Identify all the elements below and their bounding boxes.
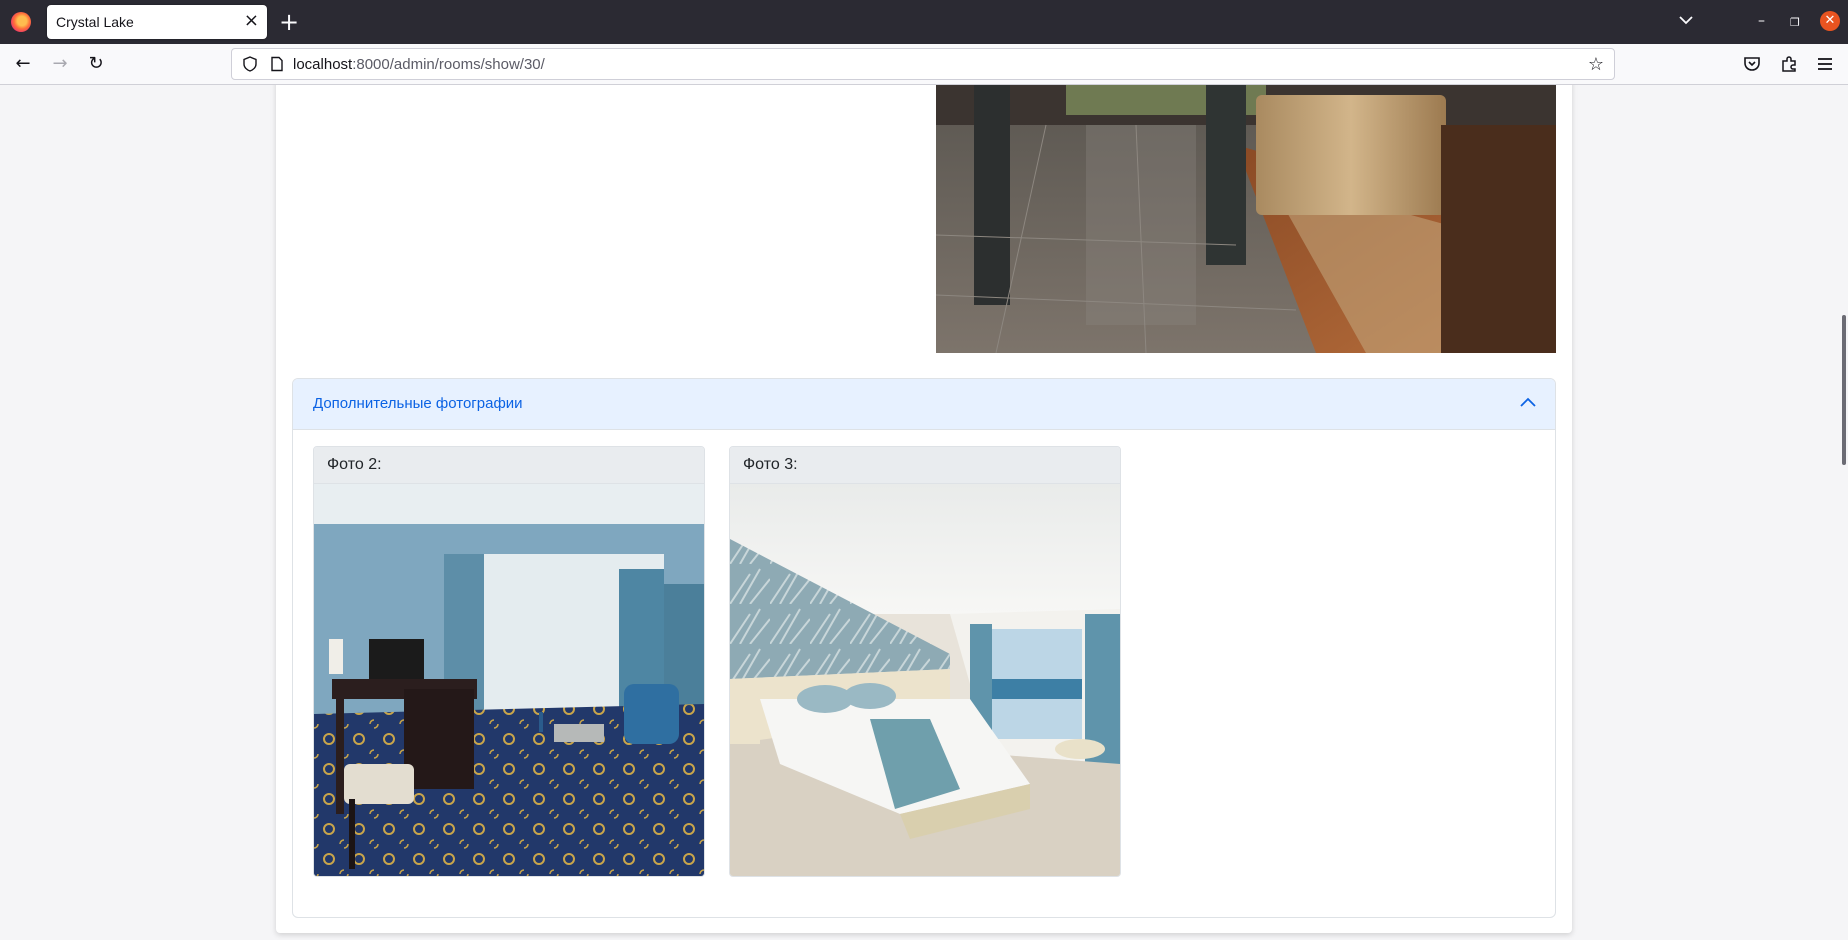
tab-close-icon[interactable]: ×: [244, 11, 259, 31]
additional-photos-accordion: Дополнительные фотографии Фото 2: Фото 3…: [292, 378, 1556, 918]
photo-card-header: Фото 3:: [730, 447, 1120, 484]
reload-icon[interactable]: ↻: [85, 53, 107, 75]
firefox-logo-icon: [11, 12, 31, 32]
tracking-shield-icon[interactable]: [242, 56, 258, 72]
room-photo-3: [730, 484, 1120, 876]
page-scrollbar[interactable]: [1836, 85, 1848, 940]
new-tab-icon[interactable]: +: [279, 8, 299, 36]
url-bar[interactable]: localhost:8000/admin/rooms/show/30/ ☆: [231, 48, 1615, 80]
forward-icon[interactable]: →: [49, 53, 71, 75]
page-viewport: Дополнительные фотографии Фото 2: Фото 3…: [0, 85, 1848, 940]
photo-card-3: Фото 3:: [729, 446, 1121, 877]
browser-tab-bar: Crystal Lake × + – ❐ ✕: [0, 0, 1848, 44]
photo-card-2: Фото 2:: [313, 446, 705, 877]
photo-card-header: Фото 2:: [314, 447, 704, 484]
browser-tab[interactable]: Crystal Lake ×: [47, 5, 267, 39]
accordion-header[interactable]: Дополнительные фотографии: [293, 379, 1555, 430]
photo-label: Фото 3:: [743, 456, 798, 473]
minimize-icon[interactable]: –: [1758, 12, 1765, 30]
navigation-toolbar: ← → ↻ localhost:8000/admin/rooms/show/30…: [0, 44, 1848, 85]
bookmark-star-icon[interactable]: ☆: [1588, 54, 1604, 75]
url-path: :8000/admin/rooms/show/30/: [352, 56, 545, 73]
room-photo-2: [314, 484, 704, 876]
window-close-icon[interactable]: ✕: [1820, 11, 1840, 31]
main-room-photo: [936, 85, 1556, 353]
scrollbar-thumb[interactable]: [1842, 315, 1846, 465]
accordion-title: Дополнительные фотографии: [313, 395, 523, 412]
chevron-up-icon[interactable]: [1519, 396, 1537, 408]
extensions-icon[interactable]: [1780, 55, 1798, 73]
photo-label: Фото 2:: [327, 456, 382, 473]
tab-title: Crystal Lake: [56, 14, 134, 30]
menu-icon[interactable]: [1816, 56, 1834, 72]
pocket-icon[interactable]: [1743, 55, 1761, 73]
restore-icon[interactable]: ❐: [1790, 14, 1800, 32]
url-text: localhost:8000/admin/rooms/show/30/: [293, 56, 545, 73]
list-tabs-icon[interactable]: [1678, 12, 1694, 28]
page-info-icon[interactable]: [269, 56, 285, 72]
url-host: localhost: [293, 56, 353, 73]
back-icon[interactable]: ←: [12, 53, 34, 75]
